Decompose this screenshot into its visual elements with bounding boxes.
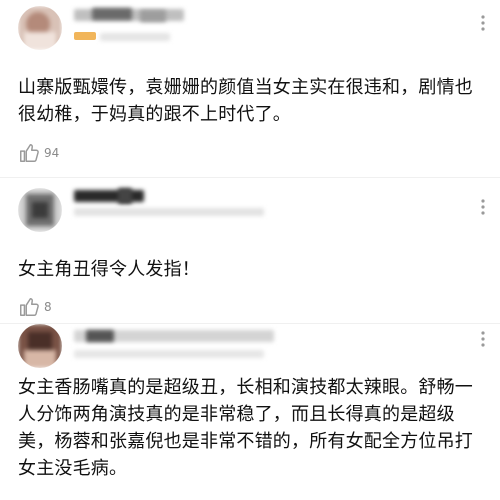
timestamp-blurred	[74, 208, 264, 216]
user-level-badge	[74, 32, 96, 40]
username-blurred-3	[140, 10, 166, 22]
timestamp-blurred	[100, 33, 170, 41]
like-button[interactable]: 94	[18, 140, 59, 166]
blurred-avatar-image	[18, 324, 62, 368]
comment-item: 女主角丑得令人发指！ 8	[0, 178, 500, 324]
avatar[interactable]	[18, 324, 62, 368]
blurred-avatar-image	[18, 188, 62, 232]
like-count: 8	[44, 300, 52, 314]
like-button[interactable]: 8	[18, 294, 52, 320]
blurred-avatar-image	[18, 6, 62, 50]
comment-text: 女主角丑得令人发指！	[18, 259, 200, 280]
more-icon[interactable]	[474, 198, 492, 216]
comment-text: 女主香肠嘴真的是超级丑，长相和演技都太辣眼。舒畅一人分饰两角演技真的是非常稳了，…	[18, 377, 473, 479]
comment-item: 女主香肠嘴真的是超级丑，长相和演技都太辣眼。舒畅一人分饰两角演技真的是非常稳了，…	[0, 324, 500, 500]
username-blurred-2	[118, 188, 132, 204]
thumbs-up-icon	[20, 144, 39, 162]
more-icon[interactable]	[474, 14, 492, 32]
timestamp-blurred	[74, 350, 264, 358]
avatar[interactable]	[18, 6, 62, 50]
username-blurred-2	[92, 8, 132, 20]
comment-item: 山寨版甄嬛传，袁姗姗的颜值当女主实在很违和，剧情也很幼稚，于妈真的跟不上时代了。…	[0, 0, 500, 178]
avatar[interactable]	[18, 188, 62, 232]
like-count: 94	[44, 146, 60, 160]
username-blurred-2	[86, 330, 114, 342]
more-icon[interactable]	[474, 330, 492, 348]
comment-text: 山寨版甄嬛传，袁姗姗的颜值当女主实在很违和，剧情也很幼稚，于妈真的跟不上时代了。	[18, 77, 473, 125]
thumbs-up-icon	[20, 298, 39, 316]
username-blurred[interactable]	[74, 190, 144, 202]
